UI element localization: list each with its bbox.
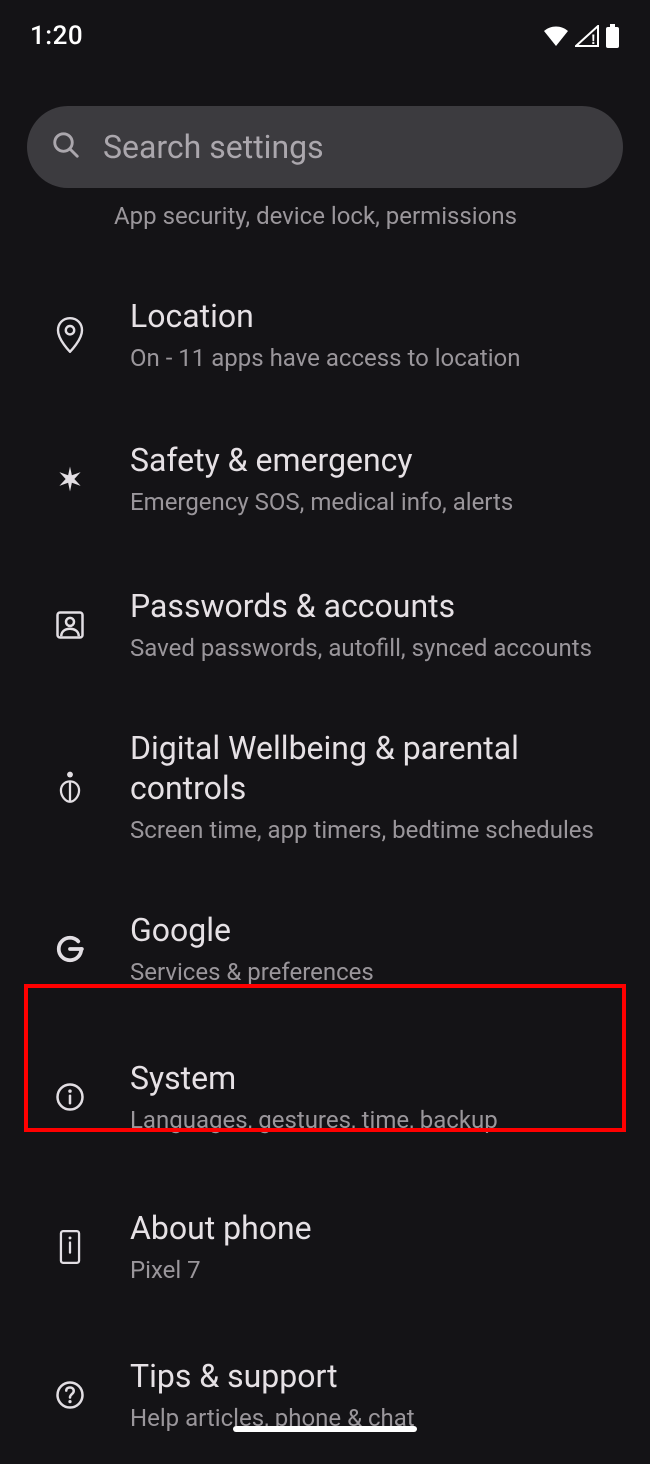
row-google-title: Google <box>130 910 622 950</box>
row-google-sub: Services & preferences <box>130 956 622 988</box>
row-system-title: System <box>130 1058 622 1098</box>
row-location-title: Location <box>130 296 622 336</box>
signal-icon: ! <box>575 25 599 47</box>
row-tips-title: Tips & support <box>130 1356 622 1396</box>
row-passwords-sub: Saved passwords, autofill, synced accoun… <box>130 632 622 664</box>
svg-text:!: ! <box>591 31 596 47</box>
row-google[interactable]: Google Services & preferences <box>0 880 650 1018</box>
row-dwb-sub: Screen time, app timers, bedtime schedul… <box>130 814 622 846</box>
status-bar: 1:20 ! <box>0 0 650 72</box>
search-bar[interactable]: Search settings <box>27 106 623 188</box>
row-location-sub: On - 11 apps have access to location <box>130 342 622 374</box>
row-system[interactable]: System Languages, gestures, time, backup <box>0 1018 650 1166</box>
row-dwb-title: Digital Wellbeing & parental controls <box>130 728 622 808</box>
search-icon <box>51 130 81 164</box>
status-time: 1:20 <box>30 21 83 51</box>
status-right: ! <box>543 24 620 48</box>
row-tips-support[interactable]: Tips & support Help articles, phone & ch… <box>0 1316 650 1464</box>
row-about-title: About phone <box>130 1208 622 1248</box>
row-about-phone[interactable]: About phone Pixel 7 <box>0 1166 650 1316</box>
row-passwords-title: Passwords & accounts <box>130 586 622 626</box>
row-safety[interactable]: Safety & emergency Emergency SOS, medica… <box>0 404 650 548</box>
google-g-icon <box>50 929 90 969</box>
row-security-sub: App security, device lock, permissions <box>114 200 650 232</box>
wifi-icon <box>543 26 569 46</box>
row-system-sub: Languages, gestures, time, backup <box>130 1104 622 1136</box>
row-passwords[interactable]: Passwords & accounts Saved passwords, au… <box>0 548 650 694</box>
location-icon <box>50 315 90 355</box>
info-icon <box>50 1077 90 1117</box>
row-safety-sub: Emergency SOS, medical info, alerts <box>130 486 622 518</box>
asterisk-icon <box>50 459 90 499</box>
wellbeing-icon <box>50 767 90 807</box>
row-location[interactable]: Location On - 11 apps have access to loc… <box>0 254 650 404</box>
row-safety-title: Safety & emergency <box>130 440 622 480</box>
row-digital-wellbeing[interactable]: Digital Wellbeing & parental controls Sc… <box>0 694 650 880</box>
phone-info-icon <box>50 1227 90 1267</box>
account-box-icon <box>50 605 90 645</box>
row-security-partial[interactable]: App security, device lock, permissions <box>0 188 650 254</box>
gesture-nav-handle[interactable] <box>233 1426 417 1432</box>
row-about-sub: Pixel 7 <box>130 1254 622 1286</box>
battery-icon <box>605 24 620 48</box>
search-placeholder: Search settings <box>103 128 324 166</box>
help-icon <box>50 1375 90 1415</box>
settings-list: App security, device lock, permissions L… <box>0 188 650 1464</box>
